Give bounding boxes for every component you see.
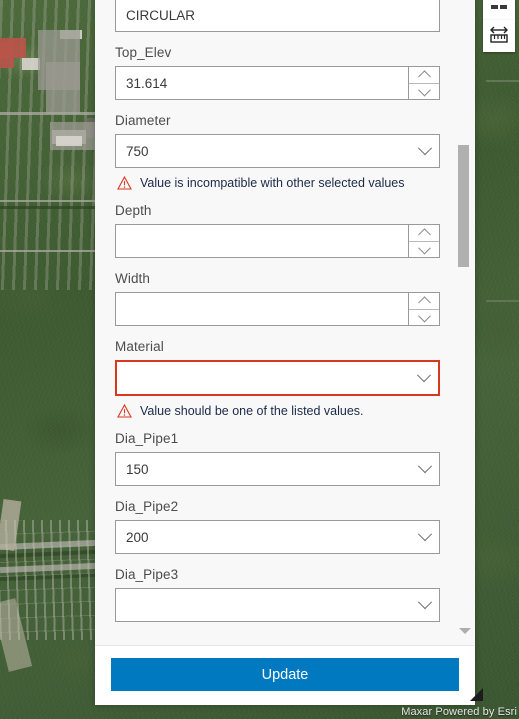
width-increment-button[interactable] — [409, 293, 439, 310]
basemap-gallery-icon — [489, 0, 509, 17]
top-elev-field[interactable] — [115, 66, 440, 100]
chevron-down-icon — [418, 309, 431, 322]
shape-input[interactable] — [115, 0, 440, 32]
dia-pipe1-label: Dia_Pipe1 — [115, 431, 453, 446]
map-attribution: Maxar Powered by Esri — [401, 706, 517, 718]
depth-field[interactable] — [115, 224, 440, 258]
editor-form-scroll-area[interactable]: Top_Elev Diameter 750 — [95, 0, 475, 645]
editor-footer: Update — [95, 645, 475, 705]
diameter-validation-message: Value is incompatible with other selecte… — [117, 176, 453, 190]
chevron-up-icon — [418, 229, 431, 242]
width-field[interactable] — [115, 292, 440, 326]
dia-pipe1-select[interactable]: 150 — [115, 452, 440, 486]
material-select[interactable] — [115, 360, 440, 396]
warning-icon — [117, 404, 132, 418]
width-stepper[interactable] — [408, 292, 440, 326]
top-elev-stepper[interactable] — [408, 66, 440, 100]
diameter-value: 750 — [116, 144, 411, 159]
top-elev-input[interactable] — [115, 66, 408, 100]
dia-pipe3-label: Dia_Pipe3 — [115, 567, 453, 582]
form-scrollbar-thumb[interactable] — [458, 145, 469, 267]
update-button[interactable]: Update — [111, 658, 459, 691]
top-elev-increment-button[interactable] — [409, 67, 439, 84]
width-label: Width — [115, 271, 453, 286]
depth-input[interactable] — [115, 224, 408, 258]
depth-decrement-button[interactable] — [409, 242, 439, 258]
chevron-down-icon — [411, 600, 439, 610]
dia-pipe2-label: Dia_Pipe2 — [115, 499, 453, 514]
dia-pipe2-value: 200 — [116, 530, 411, 545]
map-urban-block — [0, 0, 98, 290]
basemap-gallery-button[interactable] — [483, 0, 515, 20]
warning-icon — [117, 176, 132, 190]
map-suburb-block — [0, 520, 95, 640]
top-elev-label: Top_Elev — [115, 45, 453, 60]
chevron-down-icon — [418, 83, 431, 96]
depth-increment-button[interactable] — [409, 225, 439, 242]
chevron-down-icon — [410, 373, 438, 383]
dia-pipe1-value: 150 — [116, 462, 411, 477]
attribute-form: Top_Elev Diameter 750 — [95, 0, 475, 622]
diameter-select[interactable]: 750 — [115, 134, 440, 168]
chevron-down-icon — [411, 464, 439, 474]
chevron-up-icon — [418, 297, 431, 310]
dia-pipe2-select[interactable]: 200 — [115, 520, 440, 554]
material-warning-text: Value should be one of the listed values… — [140, 404, 364, 418]
material-validation-message: Value should be one of the listed values… — [117, 404, 453, 418]
diameter-label: Diameter — [115, 113, 453, 128]
chevron-up-icon — [418, 71, 431, 84]
app-root: Maxar Powered by Esri — [0, 0, 519, 719]
width-input[interactable] — [115, 292, 408, 326]
dia-pipe3-select[interactable] — [115, 588, 440, 622]
chevron-down-icon — [418, 241, 431, 254]
chevron-down-icon — [411, 146, 439, 156]
feature-editor-panel: Top_Elev Diameter 750 — [95, 0, 475, 705]
material-label: Material — [115, 339, 453, 354]
chevron-down-icon — [411, 532, 439, 542]
top-elev-decrement-button[interactable] — [409, 84, 439, 100]
diameter-warning-text: Value is incompatible with other selecte… — [140, 176, 405, 190]
depth-label: Depth — [115, 203, 453, 218]
width-decrement-button[interactable] — [409, 310, 439, 326]
depth-stepper[interactable] — [408, 224, 440, 258]
measure-tool-button[interactable] — [483, 20, 515, 52]
measure-tool-icon — [488, 23, 510, 50]
scroll-down-arrow-icon[interactable] — [459, 628, 471, 634]
